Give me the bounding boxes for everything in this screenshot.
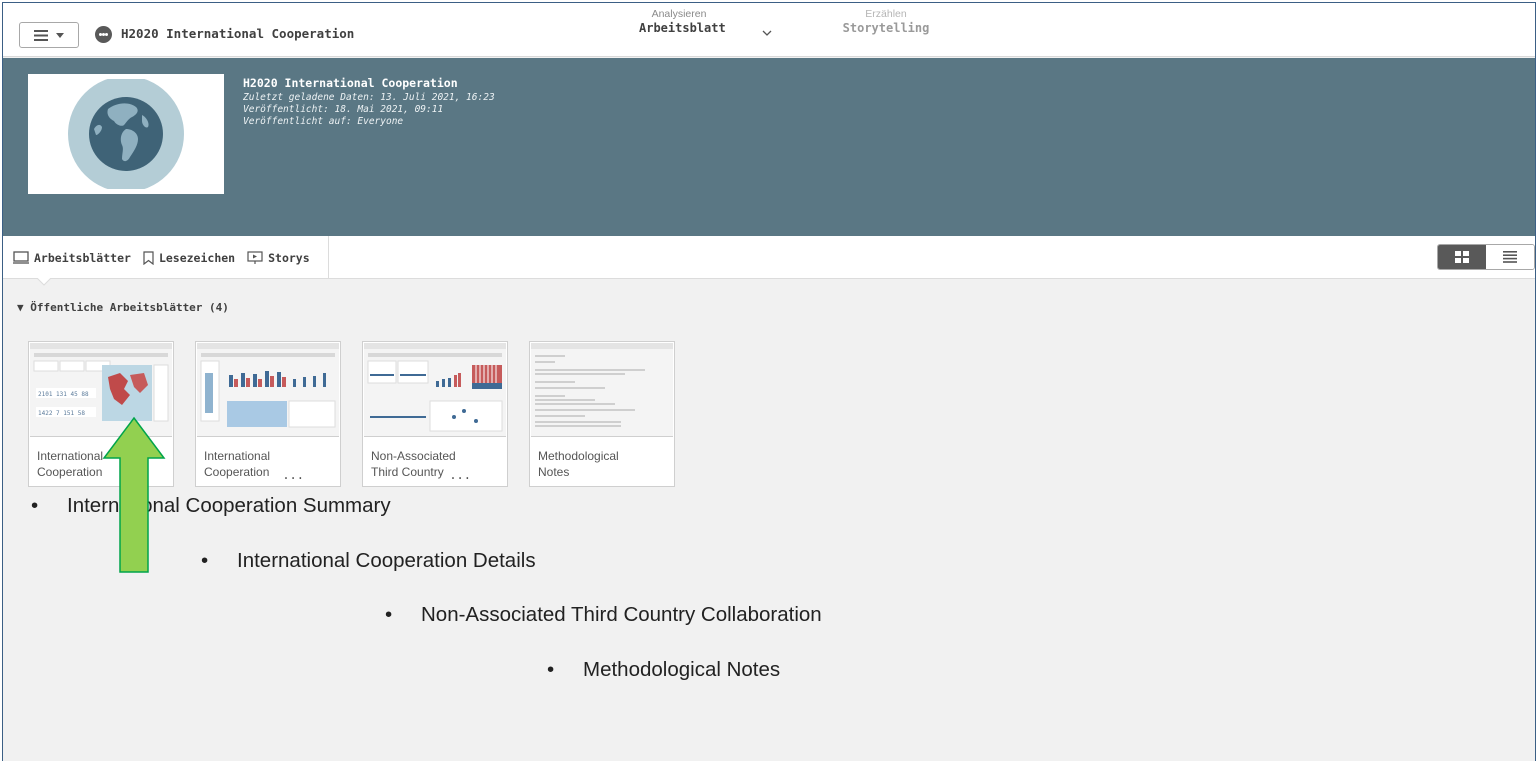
- sheet-preview: [531, 343, 673, 437]
- narrate-label: Erzählen: [865, 8, 907, 20]
- sheet-card[interactable]: Methodological Notes: [529, 341, 675, 487]
- view-toggle: [1437, 244, 1535, 270]
- app-title: H2020 International Cooperation: [121, 26, 355, 41]
- grid-icon: [1455, 251, 1469, 263]
- annotation-text: Non-Associated Third Country Collaborati…: [421, 603, 822, 626]
- tab-bookmarks[interactable]: Lesezeichen: [143, 251, 235, 265]
- analyze-label: Analysieren: [651, 8, 707, 20]
- published-text: Veröffentlicht: 18. Mai 2021, 09:11: [243, 104, 444, 115]
- active-tab-indicator: [37, 278, 51, 286]
- tab-stories-label: Storys: [268, 250, 310, 265]
- sheet-label: Arbeitsblatt: [639, 21, 726, 35]
- tab-bookmarks-label: Lesezeichen: [158, 250, 236, 265]
- annotation-item: • International Cooperation Details: [201, 549, 536, 572]
- sheet-title: Methodological Notes: [538, 449, 619, 479]
- svg-text:2101 131 45 88: 2101 131 45 88: [38, 391, 89, 398]
- annotation-item: • International Cooperation Summary: [31, 494, 391, 517]
- sheet-thumbnail-image: [531, 343, 673, 427]
- hamburger-icon: [34, 29, 48, 41]
- sheet-title-ellipsis: ...: [449, 468, 471, 482]
- app-header-title: H2020 International Cooperation: [243, 76, 458, 90]
- sheet-preview: [364, 343, 506, 437]
- bookmark-icon: [143, 250, 154, 265]
- tab-stories[interactable]: Storys: [247, 251, 310, 265]
- app-thumbnail: [28, 74, 224, 194]
- analyze-sheet-button[interactable]: Analysieren Arbeitsblatt: [639, 8, 726, 36]
- sheet-thumbnail-image: [364, 343, 506, 432]
- sheet-thumbnail-image: [197, 343, 339, 428]
- top-toolbar: H2020 International Cooperation Analysie…: [3, 3, 1535, 57]
- published-to-text: Veröffentlicht auf: Everyone: [243, 116, 404, 127]
- sheet-title-ellipsis: ...: [282, 468, 304, 482]
- storytelling-button[interactable]: Erzählen Storytelling: [841, 8, 931, 36]
- app-details: H2020 International Cooperation Zuletzt …: [243, 76, 495, 128]
- chevron-down-icon[interactable]: [762, 30, 772, 36]
- sheet-title: International Cooperation: [204, 449, 271, 479]
- navigation-menu-button[interactable]: [19, 22, 79, 48]
- caret-down-icon: [56, 32, 64, 38]
- storytelling-label: Storytelling: [842, 21, 930, 35]
- sheet-icon: [13, 251, 29, 264]
- sheet-card[interactable]: International Cooperation ...: [195, 341, 341, 487]
- sheet-preview: [197, 343, 339, 437]
- app-icon: [95, 26, 112, 43]
- sheet-title: Non-Associated Third Country: [371, 449, 456, 479]
- last-reload-text: Zuletzt geladene Daten: 13. Juli 2021, 1…: [243, 92, 495, 103]
- list-view-button[interactable]: [1486, 245, 1534, 269]
- public-sheets-section-toggle[interactable]: ▼ Öffentliche Arbeitsblätter (4): [17, 301, 229, 314]
- up-arrow-annotation: [102, 416, 166, 573]
- svg-text:1422 7 151 58: 1422 7 151 58: [38, 410, 85, 417]
- app-window: H2020 International Cooperation Analysie…: [2, 2, 1536, 761]
- tab-group: Arbeitsblätter Lesezeichen Storys: [3, 236, 329, 279]
- annotation-item: • Non-Associated Third Country Collaborat…: [385, 603, 822, 626]
- story-icon: [247, 250, 263, 264]
- globe-icon: [68, 79, 184, 189]
- sheet-card[interactable]: Non-Associated Third Country ...: [362, 341, 508, 487]
- annotation-item: • Methodological Notes: [547, 658, 781, 681]
- annotation-text: International Cooperation Details: [237, 549, 536, 572]
- tab-sheets-label: Arbeitsblätter: [34, 250, 131, 265]
- content-tabbar: Arbeitsblätter Lesezeichen Storys: [3, 236, 1535, 279]
- grid-view-button[interactable]: [1438, 245, 1486, 269]
- annotation-text: Methodological Notes: [583, 658, 781, 681]
- list-icon: [1503, 251, 1517, 263]
- app-overview-header: H2020 International Cooperation Zuletzt …: [3, 58, 1535, 236]
- tab-sheets[interactable]: Arbeitsblätter: [13, 251, 131, 265]
